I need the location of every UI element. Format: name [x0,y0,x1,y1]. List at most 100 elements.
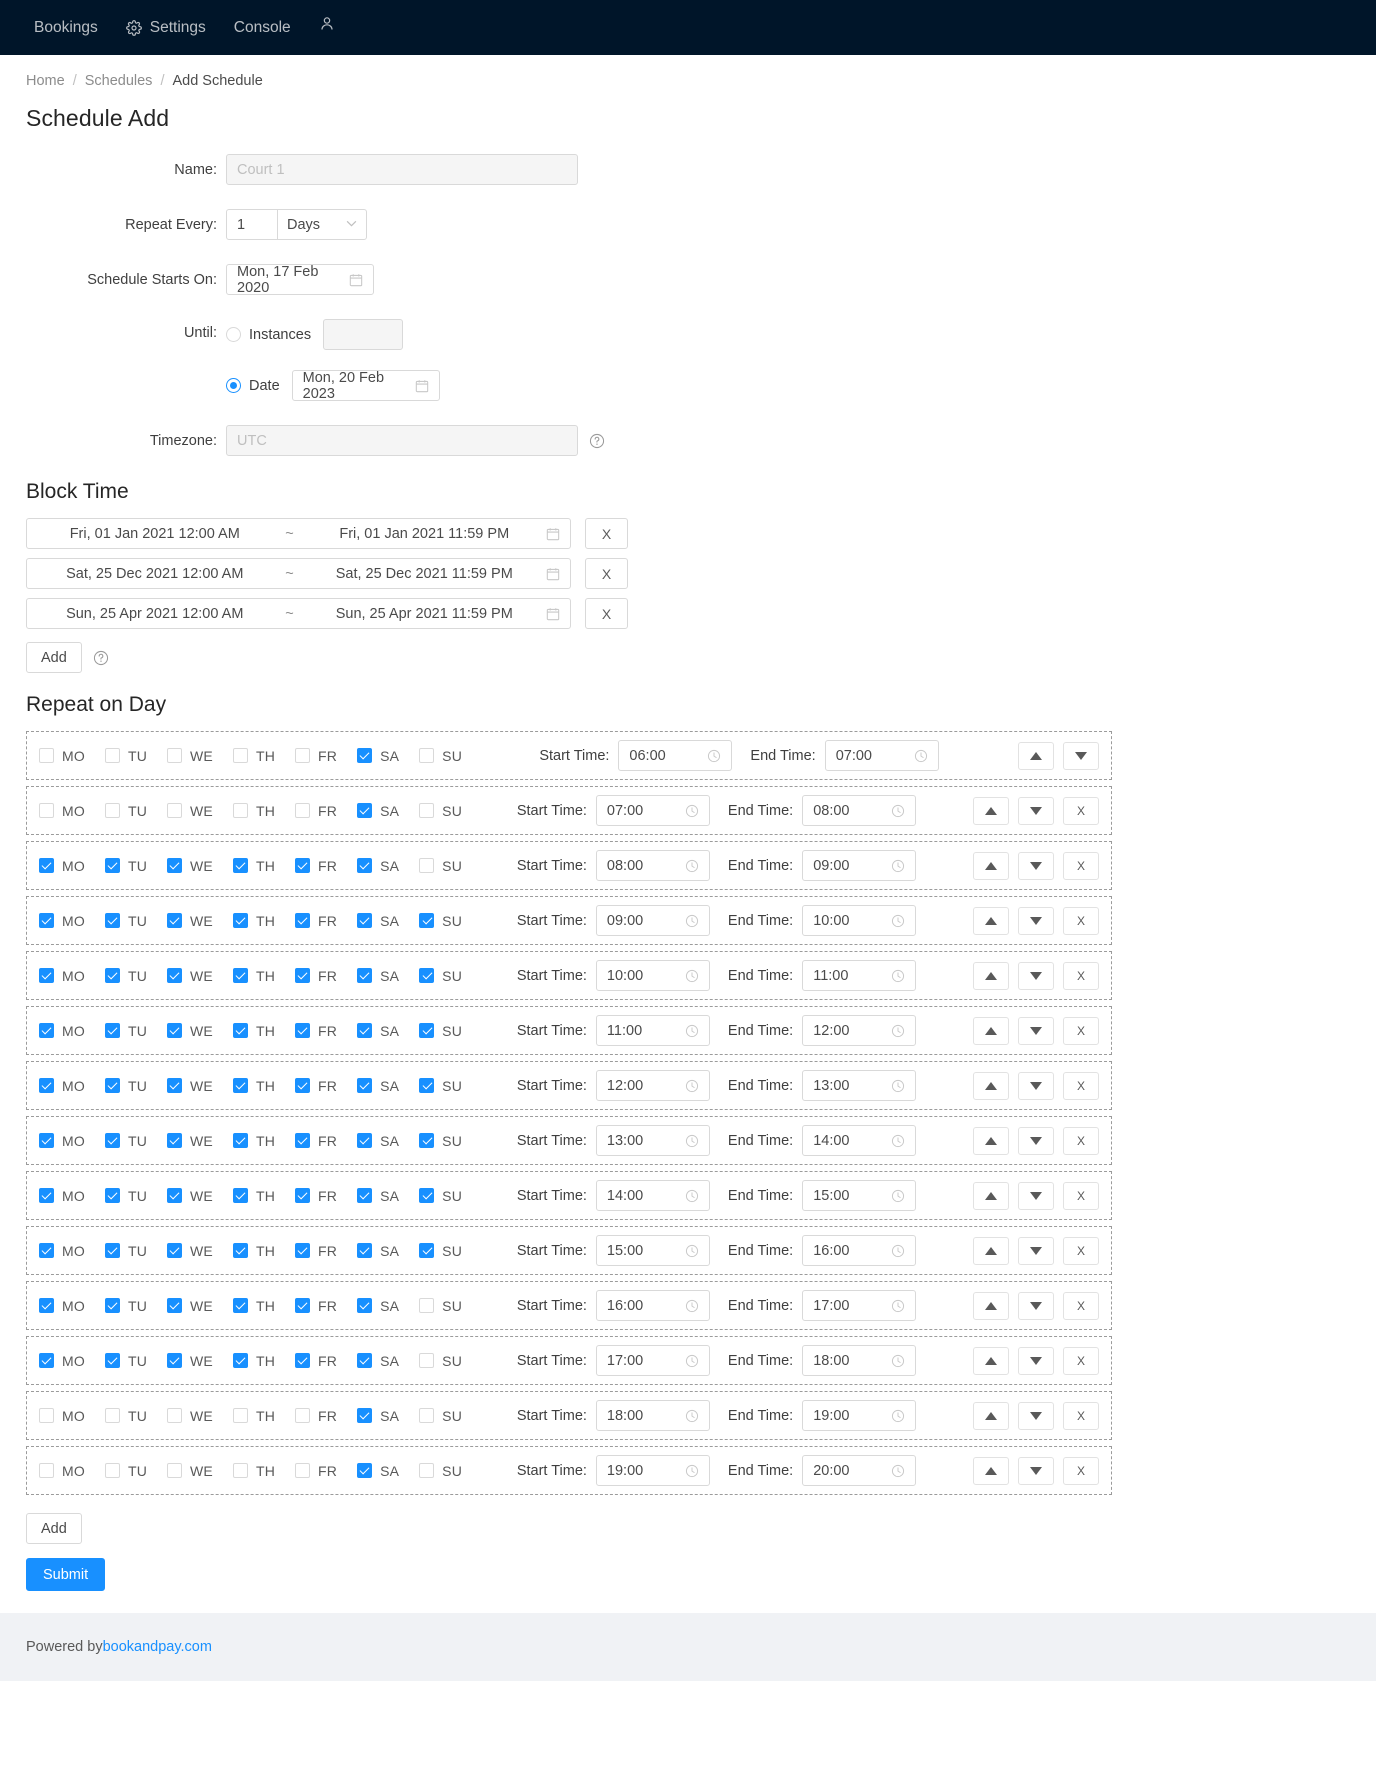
checkbox-box[interactable] [39,1133,54,1148]
day-checkbox-su[interactable]: SU [419,1243,462,1259]
move-row-up-button[interactable] [972,851,1009,880]
day-checkbox-fr[interactable]: FR [295,968,337,984]
day-checkbox-su[interactable]: SU [419,913,462,929]
start-time-input[interactable]: 14:00 [595,1180,710,1211]
checkbox-box[interactable] [104,913,120,928]
day-checkbox-tu[interactable]: TU [104,858,147,874]
day-checkbox-tu[interactable]: TU [104,1353,147,1369]
checkbox-box[interactable] [167,858,183,873]
move-row-down-button[interactable] [1017,796,1054,825]
day-checkbox-sa[interactable]: SA [357,1078,399,1094]
checkbox-box[interactable] [357,858,373,873]
checkbox-box[interactable] [104,1353,120,1368]
day-checkbox-tu[interactable]: TU [104,1023,147,1039]
checkbox-box[interactable] [167,1243,183,1258]
day-checkbox-sa[interactable]: SA [357,1023,399,1039]
checkbox-box[interactable] [419,1408,435,1423]
day-checkbox-fr[interactable]: FR [295,1353,337,1369]
day-checkbox-fr[interactable]: FR [295,913,337,929]
day-checkbox-we[interactable]: WE [167,1353,213,1369]
repeat-every-unit-select[interactable]: Days [277,209,367,240]
question-circle-icon[interactable] [589,433,605,449]
breadcrumb-schedules[interactable]: Schedules [85,73,153,89]
day-checkbox-sa[interactable]: SA [357,1243,399,1259]
end-time-input[interactable]: 17:00 [802,1290,917,1321]
checkbox-box[interactable] [104,1298,120,1313]
move-row-down-button[interactable] [1017,1016,1054,1045]
checkbox-box[interactable] [357,1188,373,1203]
move-row-up-button[interactable] [972,906,1009,935]
day-checkbox-we[interactable]: WE [167,803,213,819]
checkbox-box[interactable] [167,1298,183,1313]
move-row-down-button[interactable] [1017,1236,1054,1265]
start-time-input[interactable]: 13:00 [595,1125,710,1156]
checkbox-box[interactable] [39,1243,54,1258]
day-checkbox-fr[interactable]: FR [295,1188,337,1204]
move-row-up-button[interactable] [1017,741,1054,770]
day-checkbox-we[interactable]: WE [167,913,213,929]
day-checkbox-tu[interactable]: TU [104,913,147,929]
start-time-input[interactable]: 15:00 [595,1235,710,1266]
checkbox-box[interactable] [295,1023,311,1038]
checkbox-box[interactable] [232,1298,248,1313]
day-checkbox-fr[interactable]: FR [295,858,337,874]
end-time-input[interactable]: 14:00 [802,1125,917,1156]
checkbox-box[interactable] [357,1353,373,1368]
checkbox-box[interactable] [295,748,311,763]
end-time-input[interactable]: 18:00 [802,1345,917,1376]
day-checkbox-tu[interactable]: TU [104,1188,147,1204]
block-time-range-picker[interactable]: Fri, 01 Jan 2021 12:00 AM ~ Fri, 01 Jan … [26,518,571,549]
move-row-down-button[interactable] [1017,1126,1054,1155]
day-checkbox-su[interactable]: SU [419,968,462,984]
start-time-input[interactable]: 19:00 [595,1455,710,1486]
checkbox-box[interactable] [357,748,373,763]
day-checkbox-we[interactable]: WE [167,1463,213,1479]
until-instances-option[interactable]: Instances [226,319,440,350]
day-checkbox-fr[interactable]: FR [295,1023,337,1039]
day-checkbox-tu[interactable]: TU [104,1463,147,1479]
checkbox-box[interactable] [357,968,373,983]
checkbox-box[interactable] [357,1023,373,1038]
day-checkbox-th[interactable]: TH [232,803,275,819]
checkbox-box[interactable] [39,748,54,763]
repeat-every-count-input[interactable]: 1 [226,209,278,240]
day-checkbox-tu[interactable]: TU [104,1078,147,1094]
checkbox-box[interactable] [419,803,435,818]
move-row-up-button[interactable] [972,961,1009,990]
move-row-down-button[interactable] [1017,906,1054,935]
day-checkbox-su[interactable]: SU [419,1463,462,1479]
move-row-down-button[interactable] [1062,741,1099,770]
checkbox-box[interactable] [167,1023,183,1038]
checkbox-box[interactable] [232,748,248,763]
move-row-down-button[interactable] [1017,961,1054,990]
nav-item-settings[interactable]: Settings [112,0,220,55]
remove-row-button[interactable]: X [1062,1016,1099,1045]
day-checkbox-su[interactable]: SU [419,1133,462,1149]
checkbox-box[interactable] [104,1133,120,1148]
day-checkbox-su[interactable]: SU [419,1298,462,1314]
day-checkbox-th[interactable]: TH [232,1023,275,1039]
move-row-down-button[interactable] [1017,1291,1054,1320]
nav-item-account[interactable] [305,0,349,55]
day-checkbox-we[interactable]: WE [167,1078,213,1094]
move-row-up-button[interactable] [972,1236,1009,1265]
start-time-input[interactable]: 11:00 [595,1015,710,1046]
day-checkbox-mo[interactable]: MO [39,968,85,984]
day-checkbox-mo[interactable]: MO [39,913,85,929]
checkbox-box[interactable] [39,1353,54,1368]
nav-item-bookings[interactable]: Bookings [20,0,112,55]
checkbox-box[interactable] [295,1408,311,1423]
checkbox-box[interactable] [232,1188,248,1203]
day-checkbox-su[interactable]: SU [419,858,462,874]
day-checkbox-su[interactable]: SU [419,1353,462,1369]
checkbox-box[interactable] [104,1078,120,1093]
until-instances-input[interactable] [323,319,404,350]
remove-row-button[interactable]: X [1062,1346,1099,1375]
day-checkbox-tu[interactable]: TU [104,803,147,819]
checkbox-box[interactable] [167,1408,183,1423]
day-checkbox-we[interactable]: WE [167,748,213,764]
footer-link-bookandpay[interactable]: bookandpay.com [103,1639,212,1655]
name-input[interactable]: Court 1 [226,154,578,185]
day-checkbox-sa[interactable]: SA [357,1353,399,1369]
checkbox-box[interactable] [357,1298,373,1313]
